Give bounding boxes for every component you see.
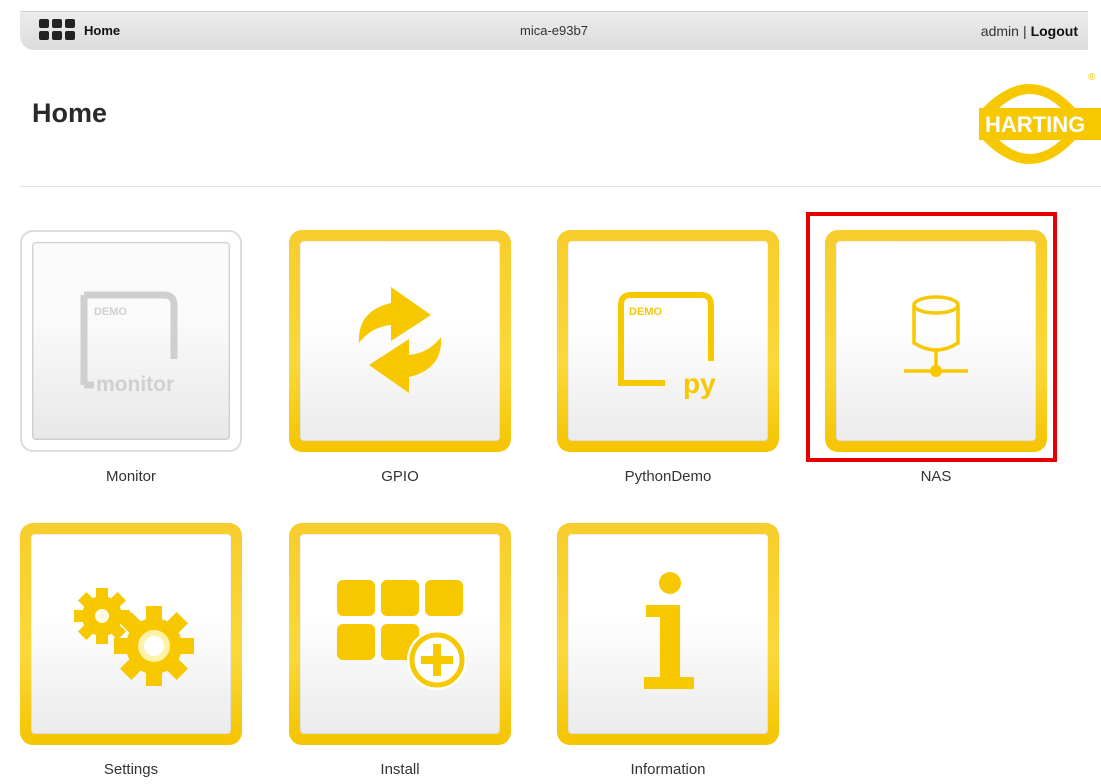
tile-information[interactable]: Information [557,523,779,778]
tile-gpio-label[interactable]: GPIO [289,468,511,485]
logout-link[interactable]: Logout [1031,23,1078,39]
username: admin [980,23,1019,39]
user-area: admin | Logout [981,23,1078,39]
user-separator: | [1022,23,1027,39]
harting-logo: HARTING ® [979,72,1101,164]
tile-monitor[interactable]: DEMO monitor Monitor [20,230,242,485]
tile-settings-label[interactable]: Settings [20,761,242,778]
tile-install-frame[interactable] [289,523,511,745]
logo-registered-mark: ® [1088,72,1096,83]
tile-gpio[interactable]: GPIO [289,230,511,485]
nas-database-icon [904,295,968,377]
tile-settings[interactable]: Settings [20,523,242,778]
sync-arrows-icon [358,287,442,393]
tile-nas-frame[interactable] [825,230,1047,452]
tile-install-label[interactable]: Install [289,761,511,778]
tile-information-label[interactable]: Information [557,761,779,778]
tile-settings-inner [31,534,231,734]
logo-text: HARTING [985,112,1085,137]
header-divider [20,186,1101,187]
gears-icon [74,588,194,686]
tile-information-inner [568,534,768,734]
python-icon-text: py [683,368,716,399]
tile-nas-inner [836,241,1036,441]
tile-information-frame[interactable] [557,523,779,745]
tile-nas[interactable]: NAS [825,230,1047,485]
device-name: mica-e93b7 [520,23,588,38]
tile-pythondemo[interactable]: DEMO py PythonDemo [557,230,779,485]
python-demo-text: DEMO [629,306,662,318]
tile-pythondemo-inner: DEMO py [568,241,768,441]
monitor-demo-icon: DEMO monitor [80,291,178,396]
tile-install[interactable]: Install [289,523,511,778]
monitor-icon-text: monitor [96,373,174,396]
monitor-demo-text: DEMO [94,306,127,318]
tile-monitor-frame[interactable]: DEMO monitor [20,230,242,452]
tile-install-inner [300,534,500,734]
tile-settings-frame[interactable] [20,523,242,745]
tile-pythondemo-label[interactable]: PythonDemo [557,468,779,485]
python-demo-icon: DEMO py [618,292,716,399]
tile-pythondemo-frame[interactable]: DEMO py [557,230,779,452]
top-bar: Home mica-e93b7 admin | Logout [20,11,1088,50]
install-apps-icon [337,580,467,690]
tile-monitor-inner: DEMO monitor [32,242,230,440]
tile-monitor-label[interactable]: Monitor [20,468,242,485]
tile-gpio-inner [300,241,500,441]
tile-gpio-frame[interactable] [289,230,511,452]
page-title: Home [32,98,108,128]
info-icon [644,572,694,689]
tile-nas-label[interactable]: NAS [825,468,1047,485]
